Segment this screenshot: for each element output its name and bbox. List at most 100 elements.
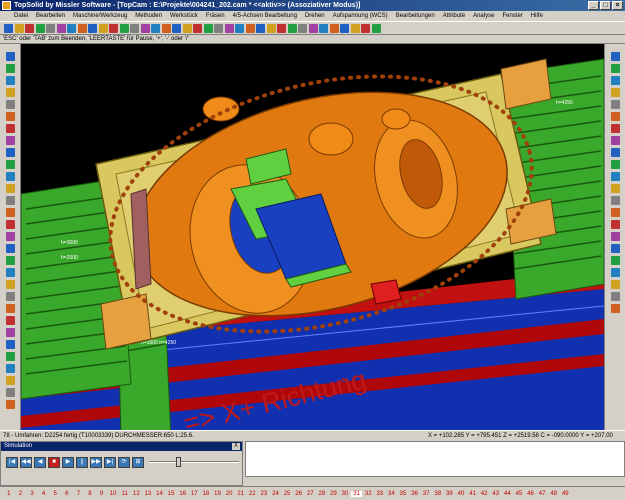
side-tool-icon[interactable]	[6, 52, 15, 61]
side-tool-icon[interactable]	[611, 136, 620, 145]
page-number[interactable]: 15	[165, 491, 177, 497]
page-number[interactable]: 40	[455, 491, 467, 497]
side-tool-icon[interactable]	[611, 148, 620, 157]
side-tool-icon[interactable]	[6, 64, 15, 73]
speed-slider-thumb[interactable]	[176, 457, 181, 467]
side-tool-icon[interactable]	[6, 88, 15, 97]
side-tool-icon[interactable]	[611, 196, 620, 205]
page-number[interactable]: 47	[536, 491, 548, 497]
toolbar-button-icon[interactable]	[298, 24, 307, 33]
page-number[interactable]: 36	[409, 491, 421, 497]
page-number[interactable]: 21	[235, 491, 247, 497]
toolbar-button-icon[interactable]	[109, 24, 118, 33]
page-number[interactable]: 26	[293, 491, 305, 497]
toolbar-button-icon[interactable]	[4, 24, 13, 33]
side-tool-icon[interactable]	[611, 268, 620, 277]
page-number[interactable]: 23	[258, 491, 270, 497]
menu-item-3[interactable]: Methoden	[131, 11, 166, 21]
side-tool-icon[interactable]	[6, 280, 15, 289]
menu-item-12[interactable]: Fenster	[498, 11, 526, 21]
menu-item-0[interactable]: Datei	[10, 11, 32, 21]
side-tool-icon[interactable]	[6, 220, 15, 229]
side-tool-icon[interactable]	[611, 76, 620, 85]
sim-button-3[interactable]: ■	[48, 457, 60, 468]
page-number[interactable]: 46	[525, 491, 537, 497]
page-number[interactable]: 2	[15, 491, 27, 497]
maximize-button[interactable]: □	[600, 1, 611, 10]
side-tool-icon[interactable]	[6, 304, 15, 313]
side-tool-icon[interactable]	[6, 232, 15, 241]
menu-item-1[interactable]: Bearbeiten	[32, 11, 69, 21]
sim-button-1[interactable]: ◀◀	[20, 457, 32, 468]
page-number[interactable]: 33	[374, 491, 386, 497]
sim-button-0[interactable]: |◀	[6, 457, 18, 468]
page-number[interactable]: 18	[200, 491, 212, 497]
side-tool-icon[interactable]	[6, 124, 15, 133]
sim-button-6[interactable]: ▶▶	[90, 457, 102, 468]
side-tool-icon[interactable]	[6, 256, 15, 265]
side-tool-icon[interactable]	[6, 328, 15, 337]
speed-slider-track[interactable]	[149, 461, 239, 463]
page-number[interactable]: 49	[560, 491, 572, 497]
page-number[interactable]: 19	[212, 491, 224, 497]
toolbar-button-icon[interactable]	[193, 24, 202, 33]
page-number[interactable]: 9	[96, 491, 108, 497]
side-tool-icon[interactable]	[6, 196, 15, 205]
simulation-close-button[interactable]: X	[232, 443, 240, 450]
toolbar-button-icon[interactable]	[245, 24, 255, 33]
page-number[interactable]: 30	[339, 491, 351, 497]
side-tool-icon[interactable]	[611, 88, 620, 97]
page-number[interactable]: 4	[38, 491, 50, 497]
toolbar-button-icon[interactable]	[25, 24, 34, 33]
page-number[interactable]: 10	[107, 491, 119, 497]
page-number[interactable]: 6	[61, 491, 73, 497]
page-number[interactable]: 32	[362, 491, 374, 497]
menu-item-10[interactable]: Attribute	[439, 11, 469, 21]
sim-button-2[interactable]: ◀	[34, 457, 46, 468]
menu-item-9[interactable]: Bearbeitungen	[392, 11, 439, 21]
side-tool-icon[interactable]	[6, 268, 15, 277]
side-tool-icon[interactable]	[611, 244, 620, 253]
side-tool-icon[interactable]	[611, 232, 620, 241]
page-number[interactable]: 24	[270, 491, 282, 497]
side-tool-icon[interactable]	[6, 76, 15, 85]
side-tool-icon[interactable]	[6, 340, 15, 349]
page-number[interactable]: 1	[3, 491, 15, 497]
toolbar-button-icon[interactable]	[98, 24, 108, 33]
toolbar-button-icon[interactable]	[67, 24, 76, 33]
menu-item-6[interactable]: 4/5-Achsen Bearbeitung	[229, 11, 301, 21]
page-number[interactable]: 48	[548, 491, 560, 497]
toolbar-button-icon[interactable]	[182, 24, 192, 33]
side-tool-icon[interactable]	[611, 280, 620, 289]
toolbar-button-icon[interactable]	[287, 24, 297, 33]
side-tool-icon[interactable]	[611, 160, 620, 169]
side-tool-icon[interactable]	[611, 100, 620, 109]
side-tool-icon[interactable]	[6, 160, 15, 169]
side-tool-icon[interactable]	[611, 256, 620, 265]
toolbar-button-icon[interactable]	[319, 24, 328, 33]
toolbar-button-icon[interactable]	[35, 24, 45, 33]
toolbar-button-icon[interactable]	[361, 24, 370, 33]
toolbar-button-icon[interactable]	[214, 24, 223, 33]
page-number[interactable]: 12	[131, 491, 143, 497]
close-button[interactable]: ×	[612, 1, 623, 10]
page-number[interactable]: 5	[49, 491, 61, 497]
toolbar-button-icon[interactable]	[371, 24, 381, 33]
side-tool-icon[interactable]	[6, 136, 15, 145]
side-tool-icon[interactable]	[6, 292, 15, 301]
page-number[interactable]: 45	[513, 491, 525, 497]
side-tool-icon[interactable]	[6, 388, 15, 397]
page-number[interactable]: 3	[26, 491, 38, 497]
3d-viewport[interactable]: h=3000 h=2000 h=4250 h=3000 h=4250 => X+…	[21, 44, 604, 430]
page-number[interactable]: 11	[119, 491, 131, 497]
page-number[interactable]: 22	[246, 491, 258, 497]
toolbar-button-icon[interactable]	[235, 24, 244, 33]
page-number[interactable]: 14	[154, 491, 166, 497]
menu-item-7[interactable]: Drehen	[301, 11, 329, 21]
side-tool-icon[interactable]	[611, 292, 620, 301]
page-number[interactable]: 31	[350, 490, 363, 497]
toolbar-button-icon[interactable]	[266, 24, 276, 33]
page-number[interactable]: 16	[177, 491, 189, 497]
side-tool-icon[interactable]	[611, 172, 620, 181]
page-number[interactable]: 43	[490, 491, 502, 497]
